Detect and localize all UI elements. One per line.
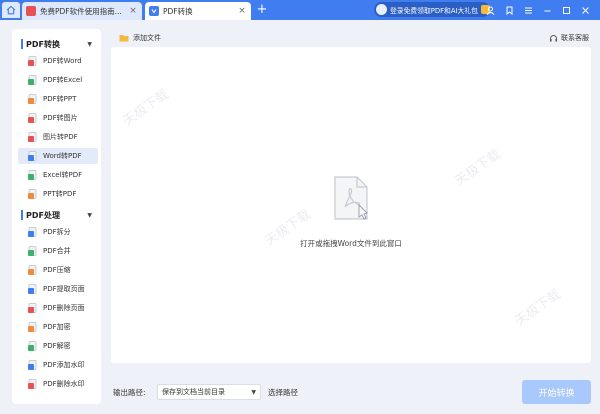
window-controls [482,2,594,18]
title-bar: 免费PDF软件使用指南... × PDF转换 × + 登录免费领取PDF和AI大… [0,0,600,20]
headset-icon [550,34,557,41]
sidebar-item[interactable]: PDF拆分 [18,224,98,240]
tab-close-button[interactable]: × [128,6,138,16]
sidebar-item[interactable]: PDF解密 [18,338,98,354]
caret-down-icon: ▼ [87,40,92,48]
app-tab-icon [149,6,159,16]
tool-icon [28,74,37,85]
sidebar-item[interactable]: PDF转Excel [18,72,98,88]
user-icon[interactable] [482,2,499,18]
tool-icon [28,378,37,389]
close-icon[interactable] [577,2,594,18]
sidebar-item-label: PDF解密 [43,342,71,350]
sidebar-item-label: PDF提取页面 [43,285,85,293]
sidebar-item-label: PDF删除水印 [43,380,85,388]
tool-icon [28,359,37,370]
bookmark-icon[interactable] [501,2,518,18]
support-button[interactable]: 联系客服 [549,32,589,44]
sidebar-item[interactable]: PDF删除水印 [18,376,98,392]
promo-text: 登录免费领取PDF和AI大礼包 [390,6,478,15]
sidebar-item-label: PDF转PPT [43,95,77,103]
sidebar-item-label: PPT转PDF [43,190,77,198]
tab-guide[interactable]: 免费PDF软件使用指南... × [22,2,142,20]
sidebar-item[interactable]: PDF转Word [18,53,98,69]
sidebar-item-label: PDF转Word [43,57,82,65]
sidebar-item-label: PDF加密 [43,323,71,331]
tool-icon [28,150,37,161]
sidebar-item-label: PDF删除页面 [43,304,85,312]
sidebar-item-label: Word转PDF [43,152,82,160]
tool-icon [28,112,37,123]
sidebar-item-label: PDF转图片 [43,114,78,122]
section-pdf-convert[interactable]: PDF转换 ▼ [12,37,101,51]
section-title: PDF转换 [26,39,60,49]
sidebar-item-label: PDF合并 [43,247,71,255]
section-title: PDF处理 [26,210,60,220]
add-file-button[interactable]: 添加文件 [119,32,161,44]
tool-icon [28,340,37,351]
login-promo-button[interactable]: 登录免费领取PDF和AI大礼包 [374,2,490,17]
choose-path-link[interactable]: 选择路径 [268,387,298,398]
sidebar-item-label: Excel转PDF [43,171,83,179]
maximize-icon[interactable] [558,2,575,18]
sidebar-item-label: 图片转PDF [43,133,78,141]
tool-icon [28,245,37,256]
output-bar: 输出路径: 保存到文档当前目录 ▼ 选择路径 开始转换 [111,380,591,404]
tool-icon [28,226,37,237]
sidebar-item-label: PDF压缩 [43,266,71,274]
new-tab-button[interactable]: + [256,3,268,17]
tool-icon [28,188,37,199]
home-icon [6,5,16,15]
output-path-select[interactable]: 保存到文档当前目录 ▼ [157,384,261,400]
browser-tab-icon [26,6,36,16]
sidebar-item[interactable]: PDF合并 [18,243,98,259]
sidebar-item[interactable]: PDF添加水印 [18,357,98,373]
add-file-label: 添加文件 [133,34,161,42]
tab-label: PDF转换 [163,6,193,16]
sidebar-item-label: PDF转Excel [43,76,83,84]
tool-icon [28,131,37,142]
sidebar-item[interactable]: PDF转图片 [18,110,98,126]
sidebar-item[interactable]: PDF转PPT [18,91,98,107]
file-drop-zone[interactable]: 天极下载 天极下载 天极下载 天极下载 打开或拖拽Word文件到此窗口 [111,47,591,363]
tab-label: 免费PDF软件使用指南... [40,6,122,16]
sidebar-item[interactable]: PPT转PDF [18,186,98,202]
chevron-down-icon: ▼ [251,388,256,396]
toolbar: 添加文件 联系客服 [111,29,591,47]
home-tab[interactable] [2,2,20,18]
tab-pdf-convert[interactable]: PDF转换 × [145,2,251,20]
folder-icon [119,35,129,42]
tool-icon [28,321,37,332]
support-label: 联系客服 [561,34,589,42]
output-path-label: 输出路径: [113,388,146,397]
menu-icon[interactable] [520,2,537,18]
start-convert-button[interactable]: 开始转换 [522,380,591,404]
avatar [376,4,387,15]
tool-icon [28,169,37,180]
tool-icon [28,55,37,66]
minimize-icon[interactable] [539,2,556,18]
section-pdf-process[interactable]: PDF处理 ▼ [12,208,101,222]
sidebar-item[interactable]: Excel转PDF [18,167,98,183]
sidebar-item-label: PDF拆分 [43,228,71,236]
drop-hint: 打开或拖拽Word文件到此窗口 [300,239,402,248]
sidebar-item-label: PDF添加水印 [43,361,85,369]
tool-icon [28,264,37,275]
tool-icon [28,93,37,104]
tab-close-button[interactable]: × [237,6,247,16]
output-path-value: 保存到文档当前目录 [162,388,225,396]
sidebar-item[interactable]: PDF加密 [18,319,98,335]
sidebar-item[interactable]: PDF压缩 [18,262,98,278]
tool-icon [28,302,37,313]
tool-icon [28,283,37,294]
sidebar-item[interactable]: 图片转PDF [18,129,98,145]
caret-down-icon: ▼ [87,211,92,219]
sidebar-item[interactable]: Word转PDF [18,148,98,164]
sidebar-item[interactable]: PDF删除页面 [18,300,98,316]
sidebar-item[interactable]: PDF提取页面 [18,281,98,297]
sidebar: PDF转换 ▼ PDF转Word PDF转Excel PDF转PPT PDF转图片 图片… [12,29,101,404]
pdf-file-icon [334,176,368,220]
